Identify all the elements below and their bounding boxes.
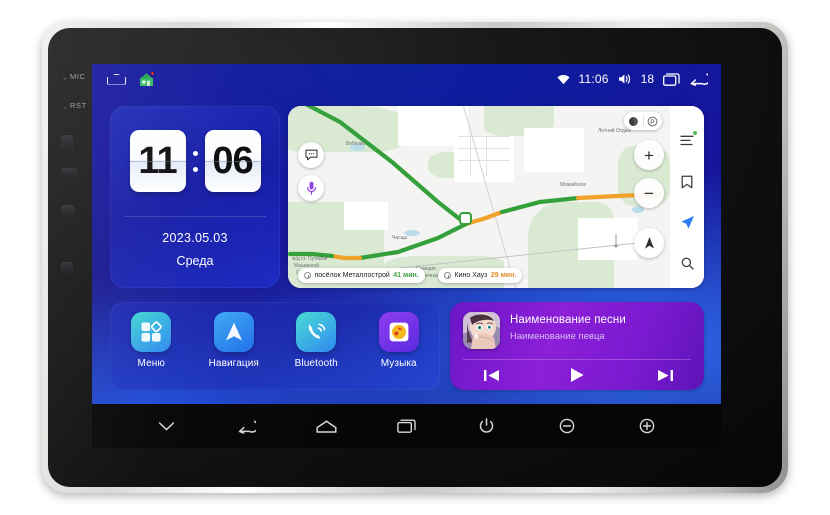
compass-arrow-icon[interactable] xyxy=(634,228,664,258)
zoom-in-button[interactable]: + xyxy=(634,140,664,170)
bezel-button-1[interactable] xyxy=(61,135,73,153)
navigate-arrow-icon[interactable] xyxy=(670,202,704,243)
route-chip[interactable]: посёлок Металлострой 41 мин. xyxy=(298,268,425,283)
zoom-in-label: + xyxy=(644,145,654,165)
map-label: Часцы xyxy=(392,235,408,241)
track-title: Наименование песни xyxy=(510,314,626,326)
touchscreen[interactable]: 11:06 18 11 06 2023.05.03 Среда Бобково … xyxy=(92,64,721,448)
recents-icon[interactable] xyxy=(387,411,425,441)
album-art xyxy=(463,312,500,349)
mic-hole xyxy=(63,76,67,80)
microphone-icon[interactable] xyxy=(298,175,324,201)
search-icon[interactable] xyxy=(670,243,704,284)
clock-hours-card: 11 xyxy=(129,130,186,192)
map-widget[interactable]: Бобково Летний Отдых Можайское Часцы Ста… xyxy=(288,106,704,288)
home-outline-icon[interactable] xyxy=(107,74,126,85)
zoom-out-label: − xyxy=(644,183,654,203)
clock-weekday: Среда xyxy=(176,254,214,268)
mic-label: MIC xyxy=(70,72,86,81)
back-arrow-icon[interactable] xyxy=(227,411,265,441)
clock-colon xyxy=(190,150,201,172)
app-dock: Меню Навигация Bluetooth Музыка xyxy=(110,302,440,390)
dock-app-label: Навигация xyxy=(208,358,259,369)
dock-app-label: Bluetooth xyxy=(294,358,338,369)
previous-track-icon[interactable] xyxy=(478,366,504,384)
map-top-pill[interactable]: P xyxy=(624,112,662,130)
home-icon[interactable] xyxy=(307,411,345,441)
navigation-arrow-icon[interactable] xyxy=(213,312,254,352)
dock-app-navigation[interactable]: Навигация xyxy=(202,312,266,369)
route-info-icon xyxy=(304,272,311,279)
rail-badge-dot xyxy=(693,131,697,135)
notification-badge xyxy=(150,70,155,76)
clock-hours: 11 xyxy=(138,140,177,182)
bezel-button-3[interactable] xyxy=(61,205,74,218)
bezel-button-4[interactable] xyxy=(61,262,73,274)
map-layers-icon[interactable] xyxy=(624,116,643,127)
map-side-rail[interactable] xyxy=(670,106,704,288)
route-name: Кино Хауз xyxy=(454,272,488,279)
chat-bubble-icon[interactable] xyxy=(298,142,324,168)
map-label: Бобково xyxy=(346,141,366,147)
volume-up-icon[interactable] xyxy=(628,411,666,441)
volume-level: 18 xyxy=(640,72,654,86)
route-info-icon xyxy=(444,272,451,279)
parking-icon[interactable]: P xyxy=(644,116,663,127)
status-bar: 11:06 18 xyxy=(92,64,721,94)
dock-app-music[interactable]: Музыка xyxy=(367,312,431,369)
route-duration: 41 мин. xyxy=(393,272,419,279)
clock-widget[interactable]: 11 06 2023.05.03 Среда xyxy=(110,106,280,288)
route-duration: 29 мин. xyxy=(490,272,517,279)
status-time: 11:06 xyxy=(578,72,609,86)
clock-minutes-card: 06 xyxy=(204,130,261,192)
back-arrow-icon[interactable] xyxy=(689,72,708,86)
map-label: ж/д ст. Путевой xyxy=(292,256,328,262)
dock-app-menu[interactable]: Меню xyxy=(119,312,183,369)
dock-app-label: Музыка xyxy=(380,358,417,369)
clock-minutes: 06 xyxy=(212,140,253,182)
dock-app-label: Меню xyxy=(137,358,165,369)
route-chip[interactable]: Кино Хауз 29 мин. xyxy=(438,268,523,283)
map-pin-marker xyxy=(612,234,620,248)
bottom-navigation-bar xyxy=(92,404,721,448)
wifi-icon xyxy=(556,74,570,85)
clock-divider xyxy=(124,216,266,217)
play-icon[interactable] xyxy=(564,366,590,384)
recents-icon[interactable] xyxy=(663,72,680,86)
volume-icon xyxy=(618,73,632,85)
music-divider xyxy=(463,359,691,360)
clock-date: 2023.05.03 xyxy=(162,231,228,245)
svg-text:P: P xyxy=(651,119,656,126)
track-artist: Наименование певца xyxy=(510,331,605,342)
menu-list-icon[interactable] xyxy=(670,120,704,161)
apps-grid-icon[interactable] xyxy=(131,312,172,352)
power-icon[interactable] xyxy=(468,411,506,441)
map-label: Можайское xyxy=(560,182,587,188)
music-player-widget[interactable]: Наименование песни Наименование певца xyxy=(450,302,704,390)
chevron-down-icon[interactable] xyxy=(147,411,185,441)
bezel-button-2[interactable] xyxy=(61,168,77,178)
reset-label: RST xyxy=(70,101,87,110)
reset-hole xyxy=(63,105,67,109)
bookmark-icon[interactable] xyxy=(670,161,704,202)
flip-clock: 11 06 xyxy=(110,106,280,192)
music-note-icon[interactable] xyxy=(378,312,419,352)
map-label: Летний Отдых xyxy=(598,128,631,134)
volume-down-icon[interactable] xyxy=(548,411,586,441)
next-track-icon[interactable] xyxy=(652,366,678,384)
zoom-out-button[interactable]: − xyxy=(634,178,664,208)
bluetooth-phone-icon[interactable] xyxy=(296,312,337,352)
green-house-app-icon[interactable] xyxy=(139,70,155,87)
route-name: посёлок Металлострой xyxy=(314,272,390,279)
dock-app-bluetooth[interactable]: Bluetooth xyxy=(284,312,348,369)
